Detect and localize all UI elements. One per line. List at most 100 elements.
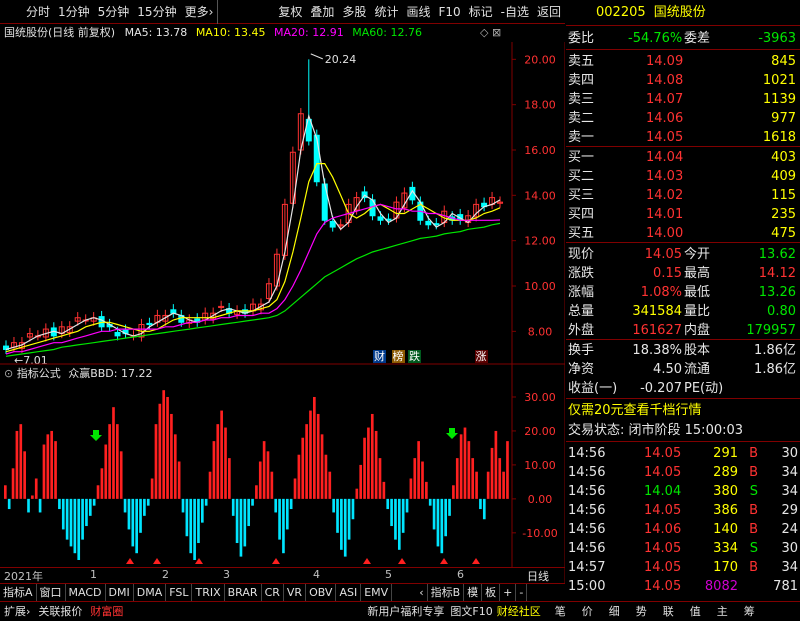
indicator-tab-8[interactable]: CR bbox=[262, 583, 284, 602]
toolbar-item-1[interactable]: 1分钟 bbox=[54, 0, 94, 24]
bbd-bar bbox=[397, 498, 401, 550]
toolbar-item-0[interactable]: 分时 bbox=[22, 0, 54, 24]
bbd-bar bbox=[139, 498, 142, 533]
toolbar-item-10[interactable]: F10 bbox=[434, 0, 464, 24]
stat-row: 现价 14.05 今开 13.62 bbox=[566, 245, 800, 264]
indicator-tab-14[interactable]: 指标B bbox=[428, 583, 465, 602]
marker-die[interactable]: 跌 bbox=[408, 350, 421, 363]
stat2-label-2: 流通 bbox=[684, 362, 711, 377]
stat-row: 外盘 161627 内盘 179957 bbox=[566, 321, 800, 340]
ask-label: 卖二 bbox=[568, 111, 595, 126]
bid-price: 14.01 bbox=[646, 207, 684, 222]
collapse-icon[interactable]: ⊙ bbox=[4, 367, 13, 380]
related-quote-button[interactable]: 关联报价 bbox=[34, 602, 86, 621]
bbd-bar bbox=[92, 498, 96, 506]
tick-direction: B bbox=[749, 446, 758, 461]
wealth-circle-button[interactable]: 财富圈 bbox=[86, 602, 127, 621]
indicator-tab-15[interactable]: 模 bbox=[464, 583, 483, 602]
toolbar-item-6[interactable]: 叠加 bbox=[306, 0, 338, 24]
f10-button[interactable]: 图文F10 bbox=[448, 602, 494, 621]
signal-triangle bbox=[272, 558, 280, 564]
toolbar-item-12[interactable]: -自选 bbox=[497, 0, 533, 24]
tick-count: 24 bbox=[781, 522, 798, 537]
signal-triangle bbox=[195, 558, 203, 564]
bbd-bar bbox=[154, 424, 158, 499]
tick-row: 14:56 14.06 140 B 24 bbox=[566, 520, 800, 539]
tick-time: 14:56 bbox=[568, 465, 606, 480]
indicator-tab-12[interactable]: EMV bbox=[361, 583, 393, 602]
indicator-tab-11[interactable]: ASI bbox=[336, 583, 362, 602]
new-user-promo[interactable]: 新用户福利专享 bbox=[363, 602, 448, 621]
weicha-label: 委差 bbox=[684, 31, 711, 46]
indicator-tab-9[interactable]: VR bbox=[284, 583, 307, 602]
indicator-tab-3[interactable]: DMI bbox=[106, 583, 134, 602]
bbd-bar bbox=[316, 413, 320, 499]
price-tick-label: 16.00 bbox=[524, 144, 556, 157]
tick-volume: 289 bbox=[713, 465, 738, 480]
bbd-bar bbox=[42, 444, 46, 499]
indicator-tab-7[interactable]: BRAR bbox=[225, 583, 262, 602]
indicator-tab-5[interactable]: FSL bbox=[166, 583, 193, 602]
indicator-name[interactable]: 指标公式 bbox=[17, 367, 61, 380]
indicator-tabs: 指标A 窗口 MACD DMI DMA FSL TRIX BRAR CR VR OBV ASI EMV ‹… bbox=[0, 583, 565, 602]
promo-text[interactable]: 仅需20元查看千档行情 bbox=[568, 401, 702, 420]
toolbar-item-2[interactable]: 5分钟 bbox=[94, 0, 134, 24]
bid-volume: 475 bbox=[771, 226, 796, 241]
tick-count: 34 bbox=[781, 465, 798, 480]
bbd-bar bbox=[455, 458, 459, 499]
indicator-tab-13[interactable]: ‹ bbox=[416, 583, 428, 602]
bbd-bar bbox=[85, 498, 88, 527]
bbd-bar bbox=[31, 495, 34, 499]
toolbar-item-5[interactable]: 复权 bbox=[274, 0, 306, 24]
timeline-period[interactable]: 日线 bbox=[527, 568, 549, 584]
indicator-tab-16[interactable]: 板 bbox=[482, 583, 501, 602]
indicator-tab-10[interactable]: OBV bbox=[306, 583, 337, 602]
toolbar-item-13[interactable]: 返回 bbox=[533, 0, 565, 24]
bbd-tick-label: 10.00 bbox=[524, 459, 556, 472]
tick-volume: 386 bbox=[713, 503, 738, 518]
marker-zhang[interactable]: 涨 bbox=[474, 350, 488, 363]
toolbar-item-7[interactable]: 多股 bbox=[338, 0, 370, 24]
marker-bang[interactable]: 榜 bbox=[391, 350, 405, 363]
bbd-bar bbox=[46, 434, 50, 499]
bbd-bar bbox=[143, 498, 146, 516]
toolbar-item-11[interactable]: 标记 bbox=[465, 0, 497, 24]
ma60-label: MA60: 12.76 bbox=[352, 26, 422, 39]
bbd-bar bbox=[135, 498, 138, 554]
indicator-tab-2[interactable]: MACD bbox=[66, 583, 106, 602]
indicator-tab-17[interactable]: + bbox=[500, 583, 517, 602]
bid-row: 买三 14.02 115 bbox=[566, 186, 800, 205]
bbd-bar bbox=[417, 441, 420, 499]
candle-body bbox=[114, 331, 121, 337]
bbd-bar bbox=[185, 498, 189, 537]
toolbar-item-9[interactable]: 画线 bbox=[402, 0, 434, 24]
toolbar-item-3[interactable]: 15分钟 bbox=[133, 0, 180, 24]
expand-button[interactable]: 扩展› bbox=[0, 602, 34, 621]
stat-label-2: 今开 bbox=[684, 247, 711, 262]
tick-volume: 170 bbox=[713, 560, 738, 575]
indicator-tab-18[interactable]: - bbox=[516, 583, 528, 602]
marker-cai[interactable]: 财 bbox=[373, 350, 386, 363]
price-tick-label: 8.00 bbox=[528, 325, 553, 338]
chart-tools-icon[interactable]: ◇ ⊠ bbox=[480, 26, 501, 39]
stat-label-2: 量比 bbox=[684, 304, 711, 319]
tick-direction: S bbox=[749, 541, 758, 556]
bbd-bar bbox=[463, 427, 467, 499]
stat2-row: 换手 18.38% 股本 1.86亿 bbox=[566, 341, 800, 360]
bbd-bar bbox=[494, 430, 498, 499]
toolbar-item-8[interactable]: 统计 bbox=[370, 0, 402, 24]
indicator-tab-1[interactable]: 窗口 bbox=[37, 583, 66, 602]
bbd-bar bbox=[73, 498, 77, 554]
signal-triangle bbox=[440, 558, 448, 564]
community-button[interactable]: 财经社区 bbox=[495, 602, 543, 621]
promo-link[interactable]: 仅需20元查看千档行情 bbox=[566, 401, 800, 420]
indicator-tab-0[interactable]: 指标A bbox=[0, 583, 37, 602]
indicator-tab-4[interactable]: DMA bbox=[134, 583, 167, 602]
toolbar-item-4[interactable]: 更多› bbox=[181, 0, 219, 24]
timeline-month-3: 3 bbox=[223, 568, 230, 581]
bbd-bar bbox=[255, 485, 258, 499]
indicator-tab-6[interactable]: TRIX bbox=[192, 583, 225, 602]
timeline-month-4: 4 bbox=[313, 568, 320, 581]
bbd-bar bbox=[123, 498, 127, 513]
bbd-bar bbox=[220, 410, 223, 499]
